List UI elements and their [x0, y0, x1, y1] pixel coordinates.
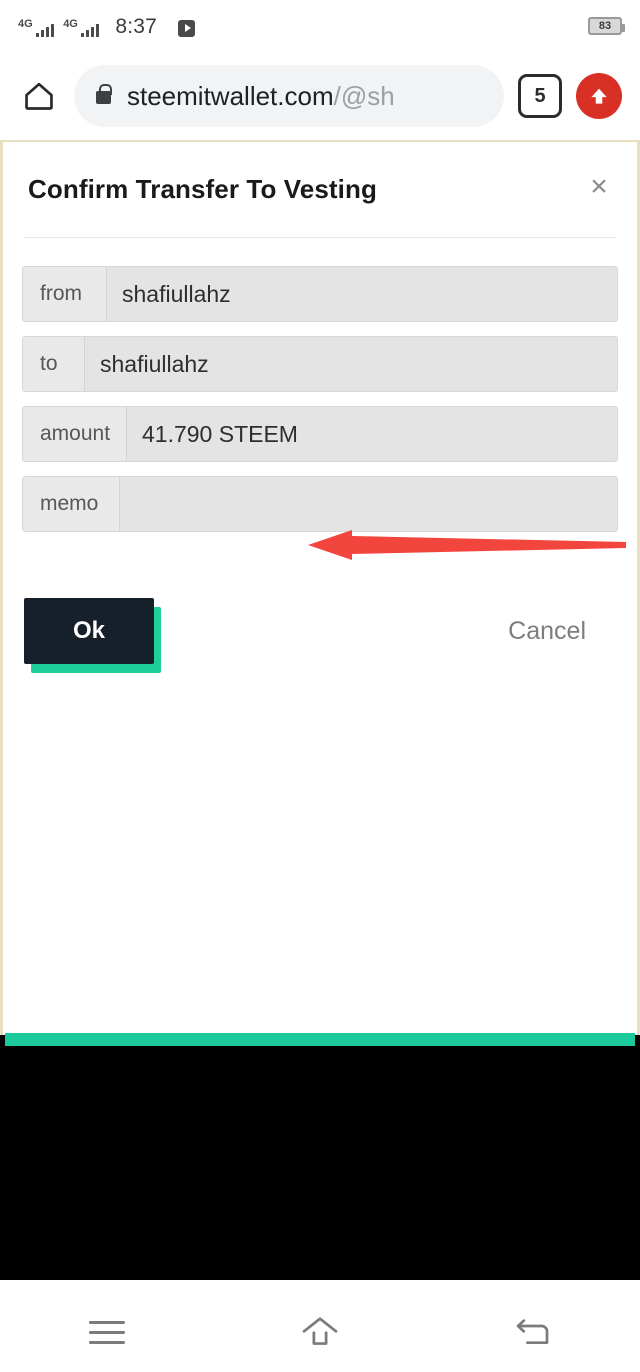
- signal-bars-icon-1: [35, 23, 55, 37]
- browser-toolbar: steemitwallet.com/@sh 5: [0, 52, 640, 140]
- signal-bars-icon-2: [80, 23, 100, 37]
- network-type-label-1: 4G: [18, 17, 33, 30]
- lock-icon: [96, 84, 112, 104]
- menu-icon[interactable]: [68, 1303, 146, 1361]
- address-bar[interactable]: steemitwallet.com/@sh: [74, 65, 504, 127]
- field-label: amount: [23, 407, 127, 461]
- page-area: STEEM Search SAVINGS Balance subject to …: [0, 140, 640, 1280]
- field-amount[interactable]: amount 41.790 STEEM: [22, 406, 618, 462]
- battery-percent-label: 83: [598, 19, 612, 32]
- field-label: to: [23, 337, 85, 391]
- dialog-actions: Ok Cancel: [22, 546, 618, 673]
- transfer-fields: from shafiullahz to shafiullahz amount 4…: [22, 238, 618, 532]
- tab-count-label: 5: [534, 85, 546, 107]
- field-from[interactable]: from shafiullahz: [22, 266, 618, 322]
- field-value: shafiullahz: [107, 267, 617, 321]
- home-icon[interactable]: [18, 75, 60, 117]
- up-arrow-icon[interactable]: [576, 73, 622, 119]
- status-bar-left: 4G 4G 8:37: [18, 14, 196, 38]
- dialog-header: Confirm Transfer To Vesting ×: [22, 142, 618, 205]
- phone-screen: 4G 4G 8:37 83 steemitwallet.com/@sh 5 Co…: [0, 0, 640, 1372]
- close-icon[interactable]: ×: [582, 170, 616, 204]
- cancel-button[interactable]: Cancel: [508, 618, 586, 644]
- android-nav-bar: [0, 1292, 640, 1372]
- network-type-label-2: 4G: [63, 17, 78, 30]
- menu-icon-glyph: [88, 1320, 125, 1344]
- signal-indicator-2: 4G: [63, 17, 100, 37]
- signal-indicator-1: 4G: [18, 17, 55, 37]
- field-memo[interactable]: memo: [22, 476, 618, 532]
- field-value: shafiullahz: [85, 337, 617, 391]
- battery-icon: 83: [588, 17, 625, 35]
- status-bar: 4G 4G 8:37 83: [0, 0, 640, 52]
- home-outline-icon[interactable]: [281, 1303, 359, 1361]
- field-label: memo: [23, 477, 120, 531]
- field-to[interactable]: to shafiullahz: [22, 336, 618, 392]
- play-icon: [178, 19, 196, 37]
- url-text: steemitwallet.com/@sh: [127, 81, 395, 111]
- dialog-title: Confirm Transfer To Vesting: [28, 174, 377, 204]
- field-label: from: [23, 267, 107, 321]
- ok-button[interactable]: Ok: [24, 598, 154, 664]
- field-value: 41.790 STEEM: [127, 407, 617, 461]
- modal-accent-bar: [5, 1033, 635, 1046]
- ok-button-wrapper: Ok: [24, 598, 161, 673]
- status-bar-right: 83: [588, 17, 625, 35]
- confirm-transfer-dialog: Confirm Transfer To Vesting × from shafi…: [0, 140, 640, 1035]
- back-arrow-icon[interactable]: [494, 1303, 572, 1361]
- field-value: [120, 477, 617, 531]
- status-bar-clock: 8:37: [115, 14, 158, 38]
- tab-counter-button[interactable]: 5: [518, 74, 562, 118]
